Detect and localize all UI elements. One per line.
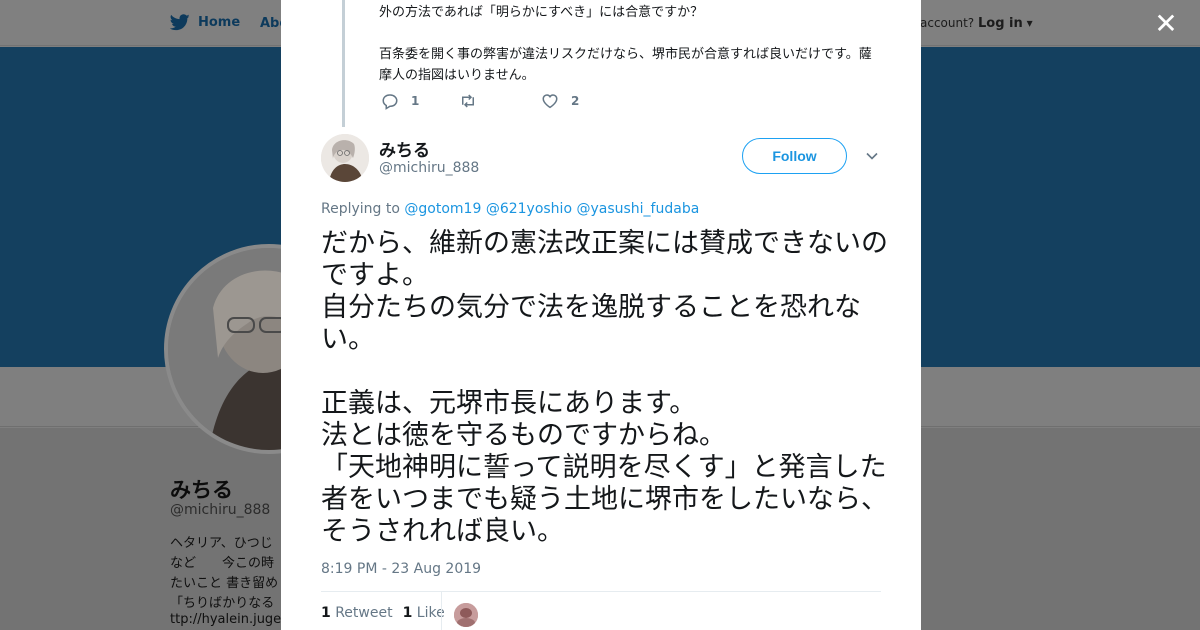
replying-to: Replying to @gotom19 @621yoshio @yasushi…	[321, 201, 699, 217]
stats-divider	[321, 591, 881, 592]
retweet-action[interactable]	[459, 92, 541, 110]
like-stat-count: 1	[402, 605, 413, 621]
follow-button[interactable]: Follow	[742, 138, 847, 174]
tweet-stats: 1 Retweet 1 Like	[321, 605, 445, 621]
reply-action[interactable]: 1	[381, 92, 459, 110]
retweet-stat-label: Retweet	[335, 605, 393, 621]
previous-tweet-text: 外の方法であれば「明らかにすべき」には合意ですか？ 百条委を開く事の弊害が違法リ…	[379, 5, 872, 83]
login-link[interactable]: Log in	[978, 16, 1023, 31]
close-icon[interactable]: ✕	[1152, 10, 1180, 38]
twitter-bird-icon	[170, 14, 190, 31]
like-stat[interactable]: 1 Like	[403, 605, 445, 621]
retweet-stat[interactable]: 1 Retweet	[321, 605, 393, 621]
liker-avatar[interactable]	[454, 603, 478, 627]
author-handle[interactable]: @michiru_888	[379, 160, 479, 176]
liker-avatar-image	[454, 603, 478, 627]
previous-tweet-actions: 1 2	[381, 92, 579, 110]
reply-icon	[382, 94, 398, 110]
retweet-stat-count: 1	[321, 605, 331, 621]
profile-handle: @michiru_888	[170, 502, 271, 518]
retweet-icon	[462, 94, 474, 108]
like-action[interactable]: 2	[541, 92, 579, 110]
profile-url[interactable]: ttp://hyalein.jugem	[170, 612, 294, 627]
replying-prefix: Replying to	[321, 201, 400, 217]
nav-home-link[interactable]: Home	[170, 14, 240, 31]
author-avatar-image	[321, 134, 369, 182]
reply-count: 1	[411, 94, 420, 108]
thread-connector-line	[342, 0, 345, 127]
tweet-timestamp[interactable]: 8:19 PM - 23 Aug 2019	[321, 561, 481, 577]
stats-separator	[441, 592, 442, 630]
heart-icon	[542, 94, 558, 109]
tweet-modal: 外の方法であれば「明らかにすべき」には合意ですか？ 百条委を開く事の弊害が違法リ…	[281, 0, 921, 630]
like-count: 2	[571, 94, 580, 108]
login-caret-icon: ▾	[1022, 16, 1033, 30]
chevron-down-icon[interactable]	[864, 148, 880, 164]
tweet-text: だから、維新の憲法改正案には賛成できないのですよ。 自分たちの気分で法を逸脱する…	[321, 228, 888, 547]
author-name[interactable]: みちる	[379, 136, 430, 161]
login-prompt: account?	[920, 16, 975, 30]
profile-name: みちる	[170, 478, 233, 502]
nav-home-label: Home	[198, 15, 241, 30]
mention-link[interactable]: @yasushi_fudaba	[576, 201, 699, 217]
mention-link[interactable]: @621yoshio	[486, 201, 572, 217]
author-avatar[interactable]	[321, 134, 369, 182]
mention-link[interactable]: @gotom19	[404, 201, 481, 217]
nav-login[interactable]: account? Log in ▾	[920, 16, 1033, 31]
